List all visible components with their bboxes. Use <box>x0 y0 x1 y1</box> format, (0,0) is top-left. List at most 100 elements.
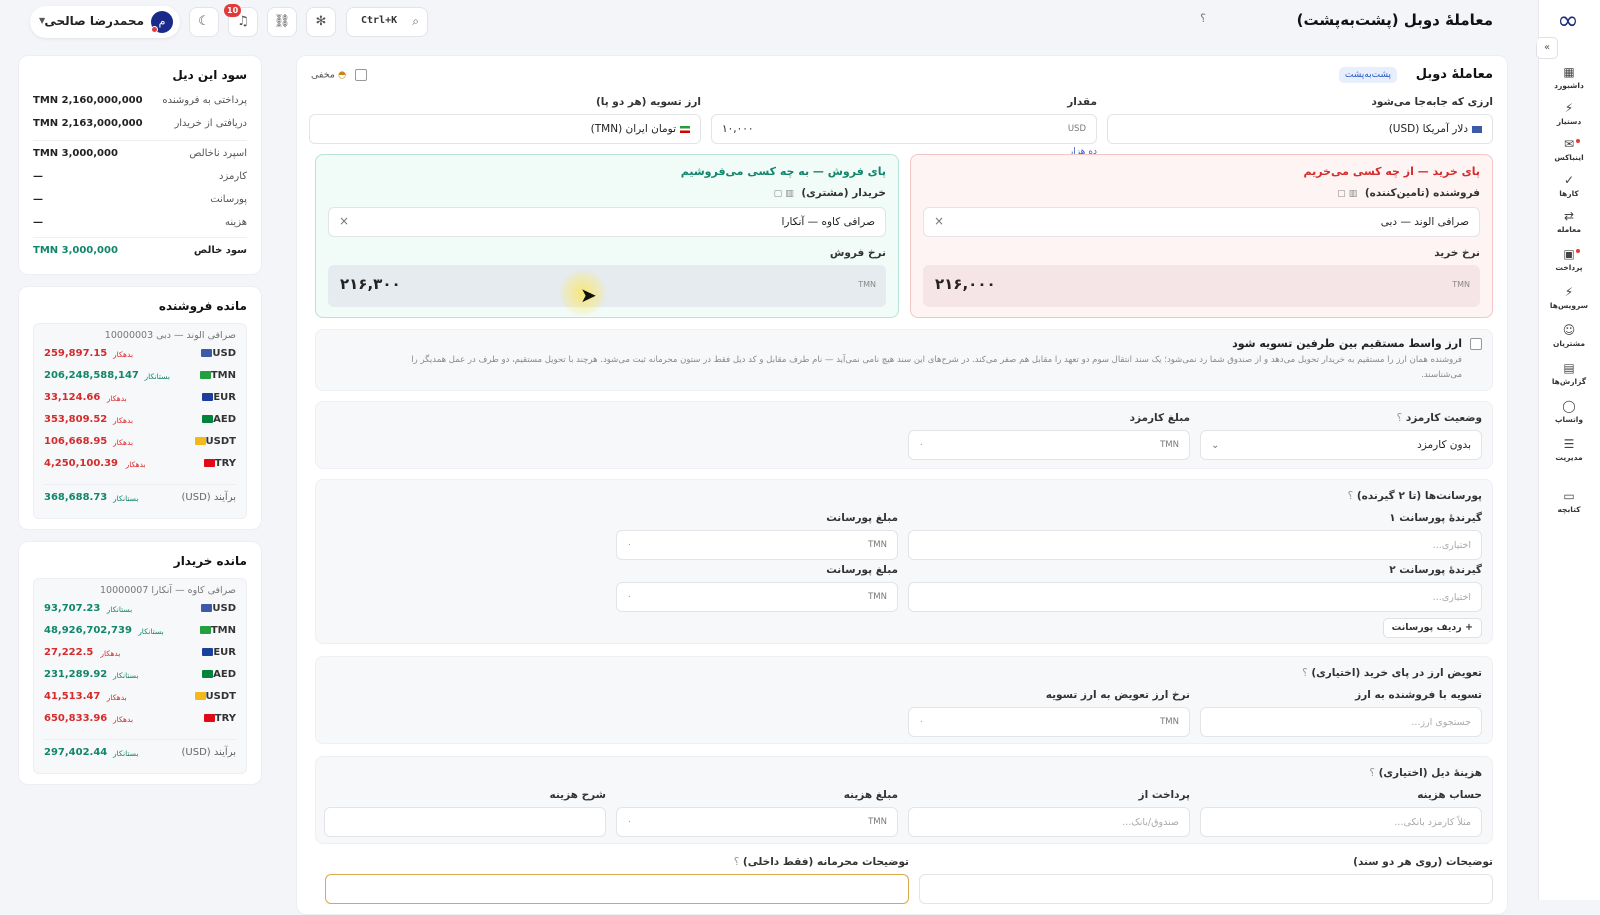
sidebar-item-8[interactable]: ▤ گزارش‌ها <box>1544 360 1594 394</box>
fee-amount-label: مبلغ کارمزد <box>1129 412 1190 424</box>
sell-leg-title: پای فروش — به چه کسی می‌فروشیم <box>680 165 886 178</box>
collapse-sidebar-button[interactable]: » <box>1536 37 1558 59</box>
balance-status: بدهکار <box>113 350 134 359</box>
amount-input[interactable]: USD ۱۰,۰۰۰ <box>711 114 1097 144</box>
balance-status: بدهکار <box>113 438 134 447</box>
help-icon[interactable]: ؟ <box>1369 767 1375 779</box>
logo-icon[interactable]: ∞ <box>1552 8 1584 34</box>
buyer-select[interactable]: صرافی کاوه — آنکارا × <box>328 207 886 237</box>
hidden-toggle[interactable]: ◓ مخفی <box>311 69 368 81</box>
flag-icon <box>203 459 215 467</box>
settle-currency-select[interactable]: تومان ایران (TMN) <box>309 114 701 144</box>
currency-code: USDT <box>191 691 236 702</box>
balance-row: AED 353,809.52 بدهکار <box>44 414 236 430</box>
balance-total-label: برآیند (USD) <box>181 747 237 758</box>
sidebar-item-label: مشتریان <box>1552 339 1586 348</box>
expense-account-input[interactable]: مثلاً کارمزد بانکی... <box>1200 807 1482 837</box>
commission-amount-1-value: ۰ <box>627 540 632 550</box>
book-icon: ▭ <box>1563 489 1575 503</box>
help-icon[interactable]: ؟ <box>1397 412 1403 424</box>
balance-total-amount: 368,688.73 <box>44 492 108 503</box>
sidebar-item-9[interactable]: ◯ واتساپ <box>1544 398 1594 432</box>
buyer-value: صرافی کاوه — آنکارا <box>781 216 875 228</box>
sidebar-item-6[interactable]: ⚡ سرویس‌ها <box>1544 284 1594 318</box>
sidebar-item-7[interactable]: ☺ مشتریان <box>1544 322 1594 356</box>
help-icon[interactable]: ؟ <box>734 856 740 868</box>
currency-code: EUR <box>198 647 236 658</box>
buyer-balance-card: مانده خریدار صرافی کاوه — آنکارا 1000000… <box>18 541 262 785</box>
currency-select[interactable]: دلار آمریکا (USD) <box>1107 114 1493 144</box>
help-icon[interactable]: ؟ <box>1348 490 1354 502</box>
user-menu[interactable]: م محمدرضا صالحی ▼ <box>30 6 180 38</box>
sidebar-item-10[interactable]: ☰ مدیریت <box>1544 436 1594 470</box>
sidebar-item-5[interactable]: ▣ پرداخت <box>1544 246 1594 280</box>
help-icon[interactable]: ؟ <box>1302 667 1308 679</box>
exchange-rate-value: ۰ <box>919 717 924 727</box>
search-button[interactable]: ⌕ Ctrl+K <box>346 7 428 37</box>
expense-desc-input[interactable] <box>324 807 606 837</box>
commission-amount-1-input[interactable]: TMN ۰ <box>616 530 898 560</box>
buy-rate-input[interactable]: TMN ۲۱۶,۰۰۰ <box>923 265 1480 307</box>
hidden-checkbox[interactable] <box>355 69 368 81</box>
expense-amount-value: ۰ <box>627 817 632 827</box>
balance-row: EUR 27,222.5 بدهکار <box>44 647 236 663</box>
services-icon: ⚡ <box>1564 285 1574 299</box>
bug-button[interactable]: ✻ <box>306 7 336 37</box>
mouse-cursor-icon: ➤ <box>580 283 597 307</box>
add-commission-button[interactable]: + ردیف پورسانت <box>1382 618 1482 638</box>
link-button[interactable]: ⛓ <box>267 7 297 37</box>
fee-amount-value: ۰ <box>919 440 924 450</box>
flag-icon <box>203 714 215 722</box>
balance-row: USDT 41,513.47 بدهکار <box>44 691 236 707</box>
expense-paid-input[interactable]: صندوق/بانک... <box>908 807 1190 837</box>
currency-code: TMN <box>196 370 236 381</box>
exchange-rate-label: نرخ ارز تعویض به ارز تسویه <box>1045 689 1190 701</box>
unread-dot <box>1576 249 1580 253</box>
expense-unit: TMN <box>868 817 887 827</box>
currency-code: TMN <box>196 625 236 636</box>
chart-icon[interactable]: ▥ ▢ <box>774 189 794 199</box>
sell-rate-input[interactable]: TMN ۲۱۶,۳۰۰ <box>328 265 886 307</box>
expense-amount-input[interactable]: TMN ۰ <box>616 807 898 837</box>
commission-amount-2-value: ۰ <box>627 592 632 602</box>
theme-toggle-button[interactable]: ☾ <box>189 7 219 37</box>
settle-label: ارز تسویه (هر دو پا) <box>595 96 701 108</box>
fee-amount-input[interactable]: TMN ۰ <box>908 430 1190 460</box>
commission-amount-label-1: مبلغ پورسانت <box>826 512 898 524</box>
commission-title-text: پورسانت‌ها (تا ۲ گیرنده) <box>1356 490 1482 502</box>
sidebar-item-11[interactable]: ▭ کتابچه <box>1544 488 1594 522</box>
flag-icon <box>199 626 211 634</box>
sidebar-item-3[interactable]: ✓ کارها <box>1544 172 1594 206</box>
commission-r1-input[interactable]: اختیاری... <box>908 530 1482 560</box>
exchange-rate-input[interactable]: TMN ۰ <box>908 707 1190 737</box>
expense-paid-placeholder: صندوق/بانک... <box>1122 817 1179 828</box>
chart-icon[interactable]: ▥ ▢ <box>1337 189 1357 199</box>
sidebar-item-0[interactable]: ▦ داشبورد <box>1544 64 1594 98</box>
currency-code-text: USD <box>212 603 236 614</box>
bolt-icon: ⚡ <box>1564 101 1574 115</box>
sidebar-item-2[interactable]: ✉ اینباکس <box>1544 136 1594 170</box>
check-icon: ✓ <box>1563 173 1575 187</box>
profit-row-value: TMN 3,000,000 <box>33 148 118 159</box>
sidebar: ∞ » ▦ داشبورد ⚡ دستیار ✉ اینباکس ✓ کارها ⇄ معامله… <box>1536 0 1600 900</box>
clear-seller-icon[interactable]: × <box>934 214 944 228</box>
sell-leg-card: پای فروش — به چه کسی می‌فروشیم خریدار (م… <box>315 154 899 318</box>
exchange-currency-input[interactable]: جستجوی ارز... <box>1200 707 1482 737</box>
settle-text: تومان ایران (TMN) <box>590 123 676 135</box>
commission-r2-input[interactable]: اختیاری... <box>908 582 1482 612</box>
balance-status: بستانکار <box>106 605 133 614</box>
clear-buyer-icon[interactable]: × <box>339 214 349 228</box>
sidebar-item-1[interactable]: ⚡ دستیار <box>1544 100 1594 134</box>
help-icon[interactable]: ؟ <box>1200 12 1206 25</box>
notifications-button[interactable]: ♫ 10 <box>224 4 258 37</box>
currency-value: دلار آمریکا (USD) <box>1389 123 1482 135</box>
sidebar-item-4[interactable]: ⇄ معامله <box>1544 208 1594 242</box>
hidden-icon: ◓ <box>337 69 347 81</box>
users-icon: ☺ <box>1562 323 1576 337</box>
commission-amount-2-input[interactable]: TMN ۰ <box>616 582 898 612</box>
fee-status-select[interactable]: بدون کارمزد ⌄ <box>1200 430 1482 460</box>
exchange-settle-label: تسویه با فروشنده به ارز <box>1355 689 1482 701</box>
seller-select[interactable]: صرافی الوند — دبی × <box>923 207 1480 237</box>
direct-settlement-checkbox[interactable] <box>1470 338 1482 350</box>
currency-code: TRY <box>200 458 236 469</box>
